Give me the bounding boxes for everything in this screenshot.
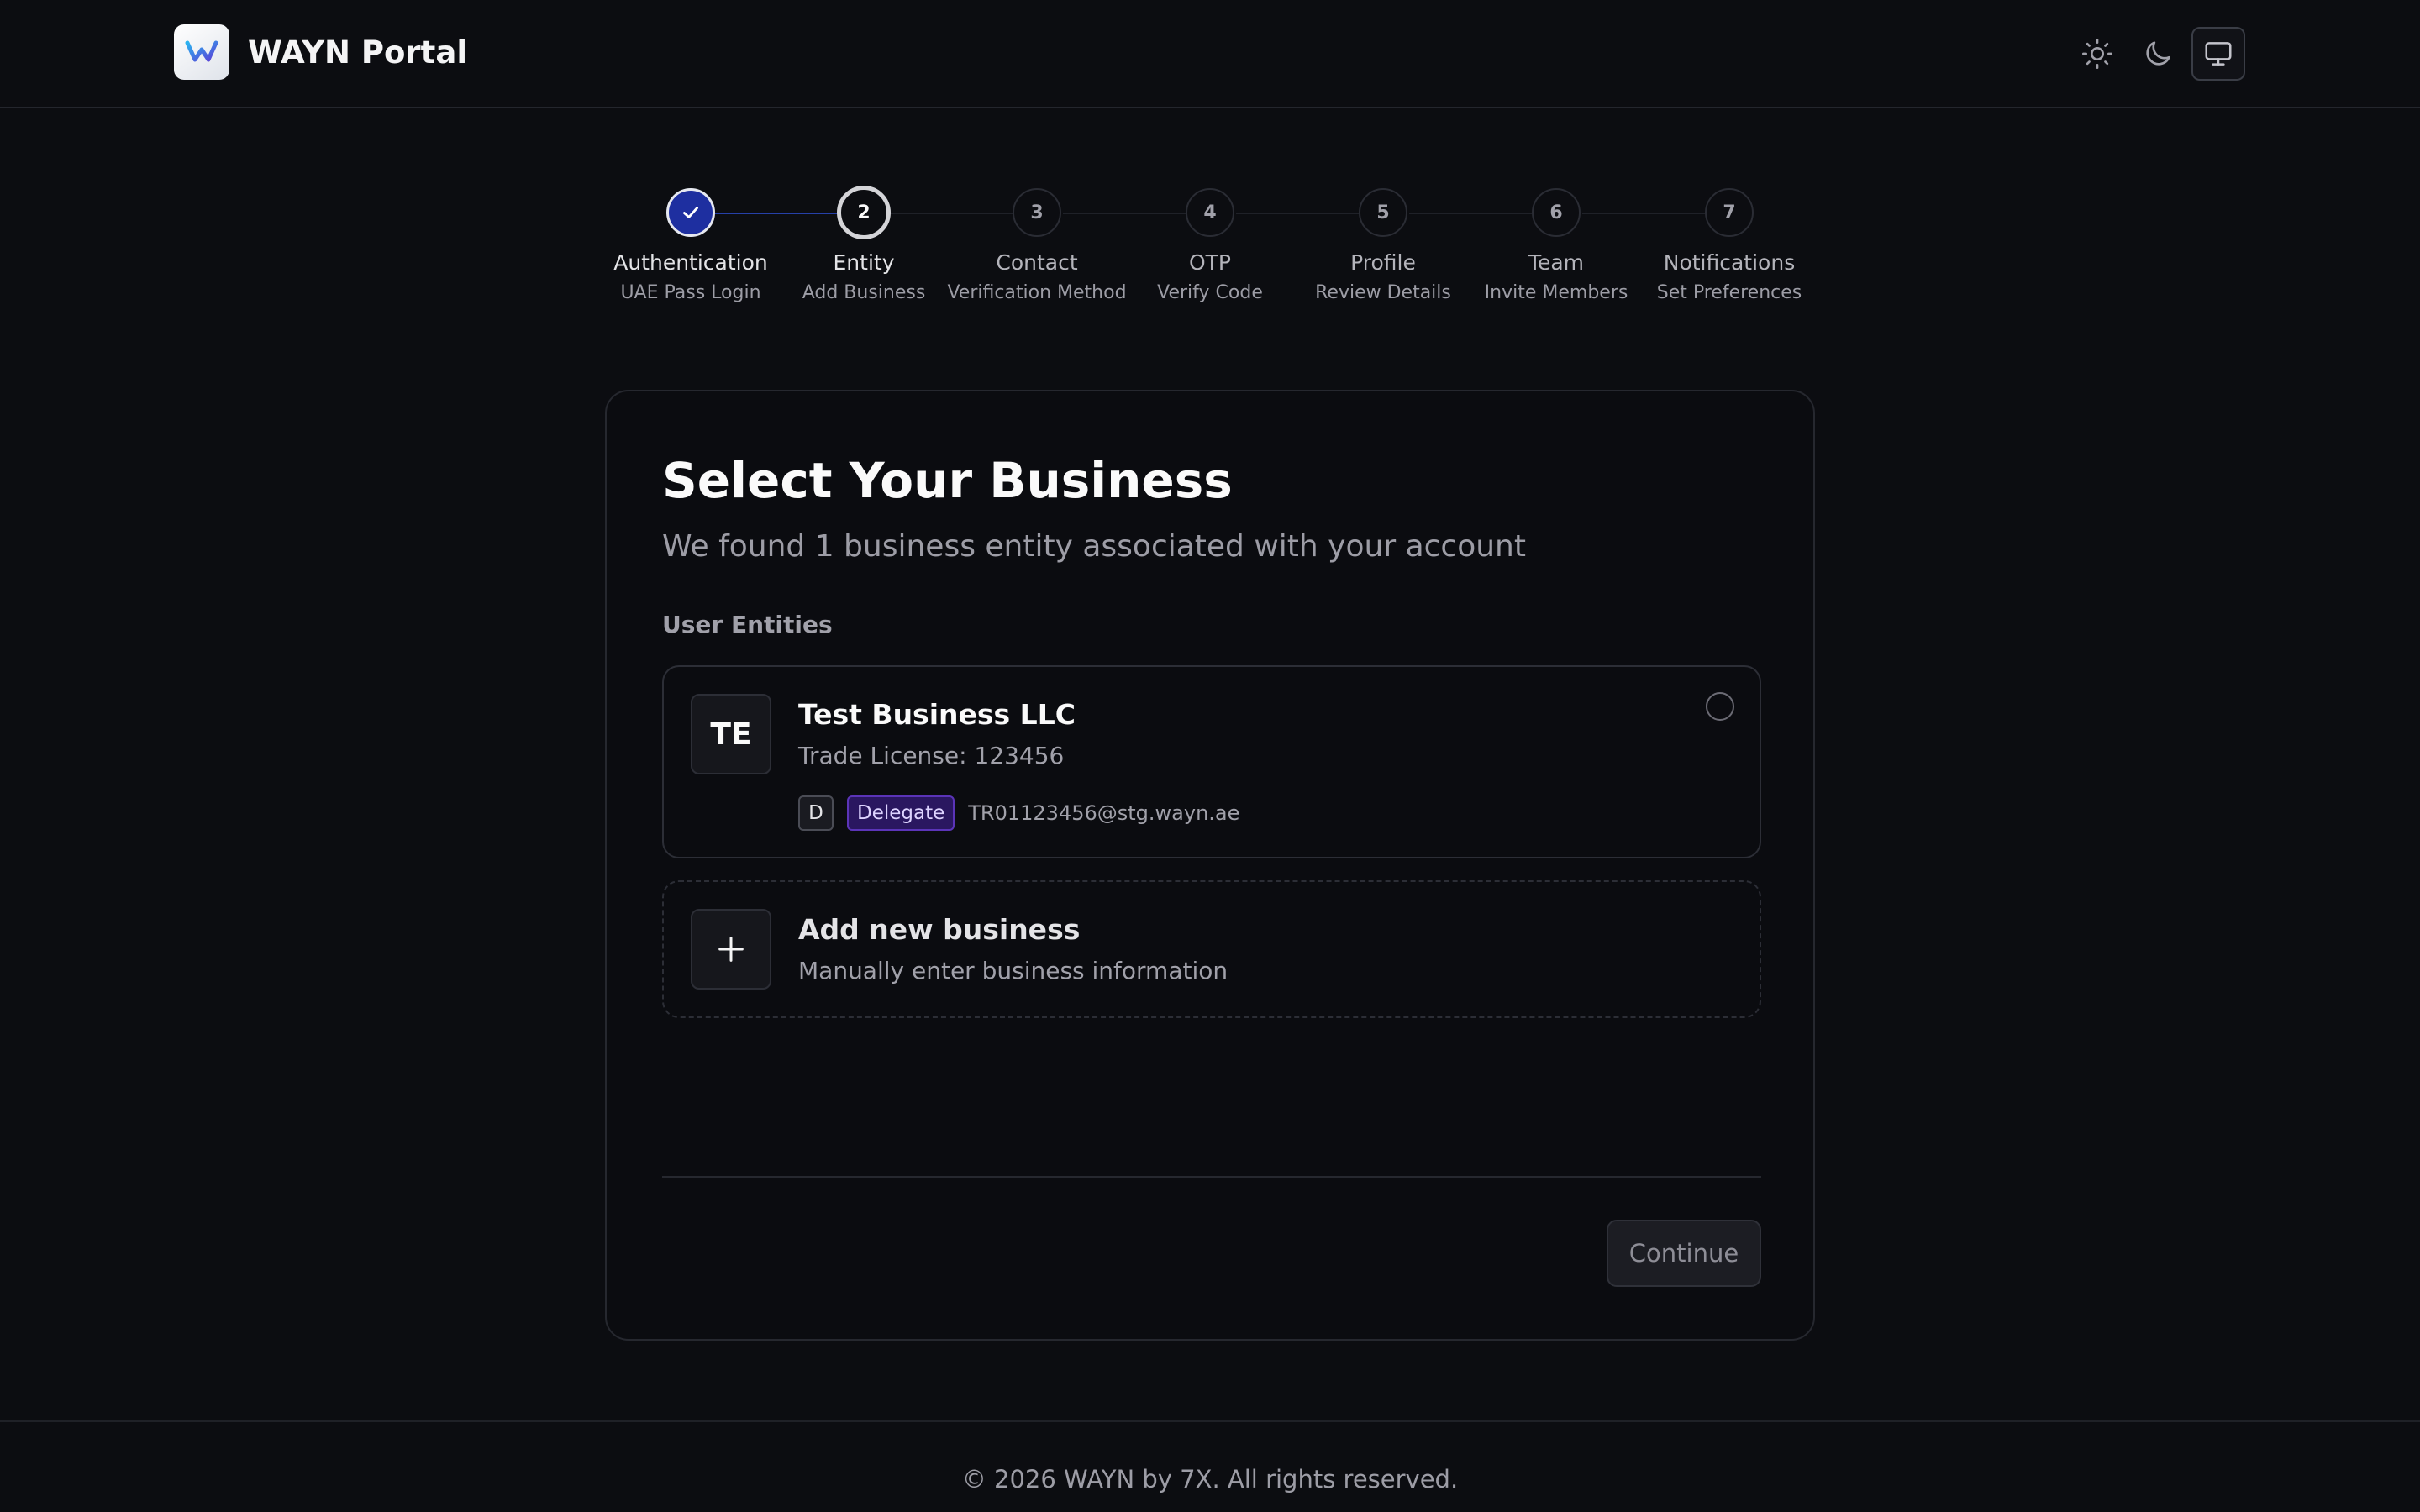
step-label: Notifications: [1663, 250, 1796, 275]
page-subtitle: We found 1 business entity associated wi…: [662, 529, 1526, 564]
step-number: 3: [1013, 188, 1061, 237]
onboarding-stepper: Authentication UAE Pass Login 2 Entity A…: [0, 0, 2420, 319]
step-label: Entity: [833, 250, 895, 275]
divider: [662, 1176, 1761, 1178]
entity-option-test-business[interactable]: TE Test Business LLC Trade License: 1234…: [662, 665, 1761, 858]
page-title: Select Your Business: [662, 452, 1233, 509]
entity-name: Test Business LLC: [798, 698, 1076, 731]
step-label: Contact: [996, 250, 1078, 275]
plus-icon: [691, 909, 771, 990]
entity-trade-license: Trade License: 123456: [798, 742, 1065, 769]
step-team[interactable]: 6 Team Invite Members: [1455, 188, 1657, 306]
step-label: Team: [1528, 250, 1585, 275]
step-description: Set Preferences: [1656, 282, 1802, 303]
step-authentication[interactable]: Authentication UAE Pass Login: [590, 188, 792, 306]
step-number: 6: [1532, 188, 1581, 237]
section-label-user-entities: User Entities: [662, 611, 833, 638]
step-label: Profile: [1350, 250, 1416, 275]
step-notifications[interactable]: 7 Notifications Set Preferences: [1628, 188, 1830, 306]
add-business-title: Add new business: [798, 913, 1081, 946]
step-label: OTP: [1188, 250, 1232, 275]
step-description: Review Details: [1315, 282, 1451, 303]
step-profile[interactable]: 5 Profile Review Details: [1282, 188, 1484, 306]
page-footer: © 2026 WAYN by 7X. All rights reserved.: [0, 1420, 2420, 1512]
step-otp[interactable]: 4 OTP Verify Code: [1109, 188, 1311, 306]
entity-meta: D Delegate TR01123456@stg.wayn.ae: [798, 795, 1239, 832]
step-complete-check-icon: [666, 188, 715, 237]
step-number: 7: [1705, 188, 1754, 237]
entity-avatar: TE: [691, 694, 771, 774]
copyright-text: © 2026 WAYN by 7X. All rights reserved.: [961, 1465, 1459, 1494]
step-entity[interactable]: 2 Entity Add Business: [763, 186, 965, 306]
step-description: Invite Members: [1484, 282, 1628, 303]
entity-radio[interactable]: [1706, 692, 1734, 721]
step-description: UAE Pass Login: [620, 282, 761, 303]
add-business-subtitle: Manually enter business information: [798, 957, 1228, 984]
step-number: 5: [1359, 188, 1407, 237]
step-description: Verification Method: [947, 282, 1127, 303]
entity-email: TR01123456@stg.wayn.ae: [968, 801, 1240, 825]
step-description: Verify Code: [1157, 282, 1263, 303]
select-business-card: Select Your Business We found 1 business…: [605, 390, 1815, 1341]
step-description: Add Business: [802, 282, 926, 303]
step-number: 4: [1186, 188, 1234, 237]
role-badge-delegate: Delegate: [847, 795, 955, 831]
role-letter-badge: D: [798, 795, 834, 831]
add-new-business-option[interactable]: Add new business Manually enter business…: [662, 880, 1761, 1018]
step-contact[interactable]: 3 Contact Verification Method: [936, 188, 1138, 306]
step-label: Authentication: [613, 250, 768, 275]
step-number: 2: [837, 186, 891, 239]
continue-button[interactable]: Continue: [1607, 1220, 1761, 1287]
